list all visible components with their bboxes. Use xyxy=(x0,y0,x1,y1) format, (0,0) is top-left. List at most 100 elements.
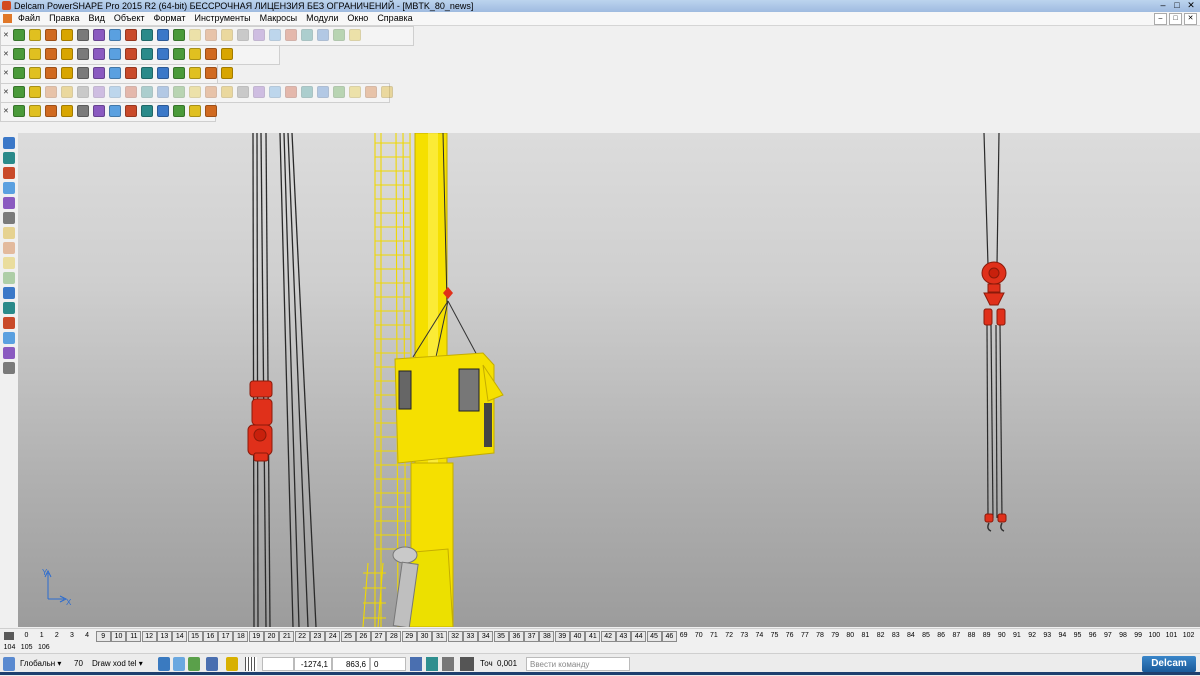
blend-icon[interactable] xyxy=(3,242,15,254)
red-sphere-icon[interactable] xyxy=(109,67,121,79)
layer-button[interactable]: 16 xyxy=(202,631,218,642)
layer-button[interactable]: 4 xyxy=(81,630,94,641)
undo-icon[interactable] xyxy=(189,29,201,41)
layer-button[interactable]: 30 xyxy=(417,631,433,642)
electrode-icon[interactable] xyxy=(3,332,15,344)
toolbar-grip[interactable]: ✕ xyxy=(3,67,9,80)
layer-button[interactable]: 77 xyxy=(798,630,811,641)
layer-button[interactable]: 18 xyxy=(233,631,249,642)
layer-button[interactable]: 33 xyxy=(462,631,478,642)
export-icon[interactable] xyxy=(221,67,233,79)
layer-button[interactable]: 104 xyxy=(2,642,17,653)
grid-icon[interactable] xyxy=(141,105,153,117)
keyboard-icon[interactable] xyxy=(442,657,454,671)
render-icon[interactable] xyxy=(333,29,345,41)
level-select[interactable]: Draw xod tel ▾ xyxy=(92,657,152,671)
layer-button[interactable]: 3 xyxy=(65,630,78,641)
layer-button[interactable]: 28 xyxy=(386,631,402,642)
layer-button[interactable]: 98 xyxy=(1117,630,1130,641)
walk-icon[interactable] xyxy=(221,48,233,60)
redo-icon[interactable] xyxy=(205,29,217,41)
box-icon[interactable] xyxy=(157,67,169,79)
new-icon[interactable] xyxy=(13,29,25,41)
save-icon[interactable] xyxy=(61,29,73,41)
layer-button[interactable]: 81 xyxy=(859,630,872,641)
layer-button[interactable]: 25 xyxy=(340,631,356,642)
toolbar-grip[interactable]: ✕ xyxy=(3,105,9,118)
layer-button[interactable]: 96 xyxy=(1086,630,1099,641)
menu-item-6[interactable]: Макросы xyxy=(260,12,298,25)
circle-icon[interactable] xyxy=(269,29,281,41)
coord-z-field[interactable]: 0 xyxy=(370,657,406,671)
toolbar-grip[interactable]: ✕ xyxy=(3,86,9,99)
layer-button[interactable]: 26 xyxy=(355,631,371,642)
fillet-surface-icon[interactable] xyxy=(3,272,15,284)
solid-loft-icon[interactable] xyxy=(141,86,153,98)
layer-button[interactable]: 13 xyxy=(156,631,172,642)
layer-button[interactable]: 92 xyxy=(1026,630,1039,641)
layer-button[interactable]: 35 xyxy=(493,631,509,642)
wireframe-obj-icon[interactable] xyxy=(45,67,57,79)
surface-edit-icon[interactable] xyxy=(3,212,15,224)
open-folder-icon[interactable] xyxy=(45,29,57,41)
feature-icon[interactable] xyxy=(285,86,297,98)
pointer-icon[interactable] xyxy=(3,137,15,149)
layer-button[interactable]: 39 xyxy=(554,631,570,642)
mesh-icon[interactable] xyxy=(3,227,15,239)
fillet-icon[interactable] xyxy=(205,86,217,98)
layer-button[interactable]: 29 xyxy=(401,631,417,642)
assembly-tree-icon[interactable] xyxy=(61,105,73,117)
layer-button[interactable]: 36 xyxy=(508,631,524,642)
layer-button[interactable]: 87 xyxy=(950,630,963,641)
layer-button[interactable]: 90 xyxy=(995,630,1008,641)
layer-button[interactable]: 84 xyxy=(904,630,917,641)
layer-button[interactable]: 10 xyxy=(111,631,127,642)
layer-button[interactable]: 23 xyxy=(309,631,325,642)
grid-icon[interactable] xyxy=(245,657,257,671)
layer-button[interactable]: 88 xyxy=(965,630,978,641)
grid-field[interactable] xyxy=(262,657,294,671)
layer-button[interactable]: 95 xyxy=(1071,630,1084,641)
layer-button[interactable]: 44 xyxy=(631,631,647,642)
layer-button[interactable]: 19 xyxy=(248,631,264,642)
layer-button[interactable]: 2 xyxy=(50,630,63,641)
layer-button[interactable]: 31 xyxy=(432,631,448,642)
solid-cone-icon[interactable] xyxy=(45,86,57,98)
layer-button[interactable]: 17 xyxy=(218,631,234,642)
layer-button[interactable]: 32 xyxy=(447,631,463,642)
coord-y-field[interactable]: 863,6 xyxy=(332,657,370,671)
command-input[interactable]: Ввести команду xyxy=(526,657,630,671)
layer-button[interactable]: 93 xyxy=(1041,630,1054,641)
feature2-icon[interactable] xyxy=(301,86,313,98)
layer-button[interactable]: 42 xyxy=(600,631,616,642)
copy-icon[interactable] xyxy=(125,29,137,41)
maximize-button[interactable]: □ xyxy=(1170,0,1184,11)
info-icon[interactable] xyxy=(189,67,201,79)
intelligent-cursor-icon[interactable] xyxy=(226,657,238,671)
assembly-tool-icon[interactable] xyxy=(3,317,15,329)
mdi-restore-button[interactable]: □ xyxy=(1169,13,1182,25)
position-dialog-icon[interactable] xyxy=(410,657,422,671)
select-filter-icon[interactable] xyxy=(3,152,15,164)
layer-button[interactable]: 99 xyxy=(1132,630,1145,641)
morph-icon[interactable] xyxy=(3,287,15,299)
snap-icon[interactable] xyxy=(157,105,169,117)
camera-icon[interactable] xyxy=(460,657,474,671)
drape-icon[interactable] xyxy=(189,105,201,117)
cut-icon[interactable] xyxy=(109,29,121,41)
ungroup-icon[interactable] xyxy=(125,105,137,117)
mold-icon[interactable] xyxy=(3,347,15,359)
print-preview-icon[interactable] xyxy=(93,29,105,41)
analysis-icon[interactable] xyxy=(205,67,217,79)
quick-select-icon[interactable] xyxy=(206,657,218,671)
menu-item-8[interactable]: Окно xyxy=(347,12,368,25)
workplane-icon[interactable] xyxy=(45,105,57,117)
feature6-icon[interactable] xyxy=(365,86,377,98)
warning-icon[interactable] xyxy=(3,182,15,194)
filter-icon[interactable] xyxy=(158,657,170,671)
layer-button[interactable]: 89 xyxy=(980,630,993,641)
graphics-viewport[interactable]: Y X xyxy=(18,133,1200,627)
menu-item-0[interactable]: Файл xyxy=(18,12,40,25)
measure-icon[interactable] xyxy=(173,67,185,79)
layer-button[interactable]: 101 xyxy=(1164,630,1179,641)
